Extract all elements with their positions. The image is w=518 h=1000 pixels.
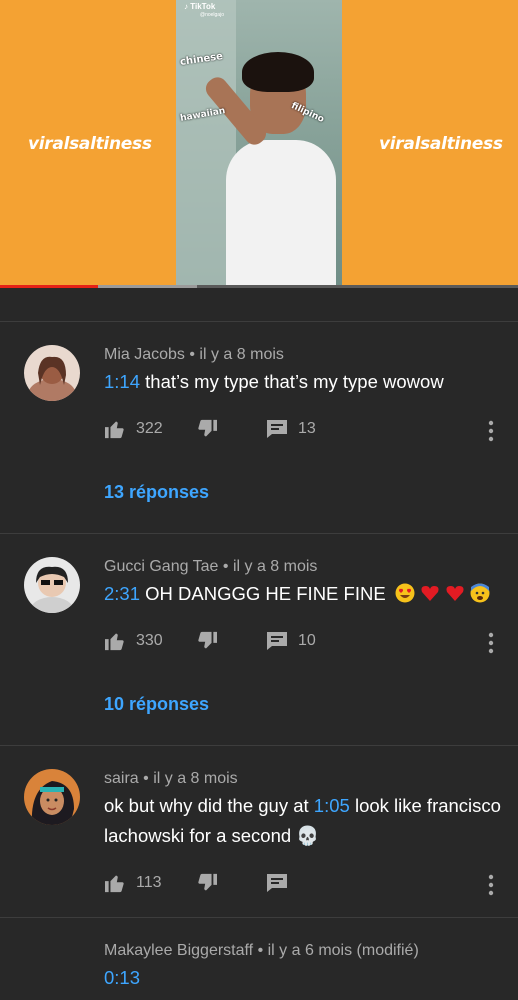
timestamp-link[interactable]: 1:05 [314,795,350,816]
comment-meta: Mia Jacobs • il y a 8 mois [104,346,284,363]
thumbs-up-icon [105,421,124,439]
tiktok-handle: @noelgajo [200,12,224,18]
view-replies-link[interactable]: 10 réponses [104,694,209,715]
comment-actions: 322 13 [104,419,504,443]
dislike-button[interactable] [196,419,218,439]
watermark-right: viralsaltiness [379,134,503,154]
comment-meta: Makaylee Biggerstaff • il y a 6 mois (mo… [104,942,419,959]
video-frame: ♪ TikTok @noelgajo chinese hawaiian fili… [176,0,342,288]
watermark-left: viralsaltiness [28,134,152,154]
divider [0,533,518,534]
video-player[interactable]: viralsaltiness viralsaltiness ♪ TikTok @… [0,0,518,288]
red-heart-emoji-icon [446,586,464,601]
thumbs-down-icon [198,631,217,649]
avatar[interactable] [24,345,80,401]
timestamp-link[interactable]: 1:14 [104,371,140,392]
dislike-button[interactable] [196,873,218,893]
heart-eyes-emoji-icon [395,583,415,603]
comment-text: 2:31 OH DANGGG HE FINE FINE [104,579,504,609]
thumbs-up-icon [105,633,124,651]
person-shirt [226,140,336,288]
person-hair [242,52,314,92]
reply-icon [267,420,287,438]
comment-author[interactable]: Makaylee Biggerstaff [104,942,253,959]
red-heart-emoji-icon [421,586,439,601]
like-button[interactable]: 113 [104,873,162,893]
comment-body: that’s my type that’s my type wowow [145,371,444,392]
avatar[interactable] [24,769,80,825]
comment-text: ok but why did the guy at 1:05 look like… [104,791,504,851]
comment-actions: 330 10 [104,631,504,655]
reply-button[interactable] [266,873,288,893]
comment-author[interactable]: Mia Jacobs [104,346,185,363]
like-button[interactable]: 330 [104,631,163,651]
divider [0,745,518,746]
comment-text: 1:14 that’s my type that’s my type wowow [104,367,504,397]
reply-icon [267,874,287,892]
more-options-icon[interactable] [484,631,498,655]
avatar[interactable] [24,557,80,613]
divider [0,917,518,918]
more-options-icon[interactable] [484,873,498,897]
view-replies-link[interactable]: 13 réponses [104,482,209,503]
like-button[interactable]: 322 [104,419,163,439]
reply-count: 13 [298,420,316,437]
comment-text: 0:13 [104,963,504,993]
comment-author[interactable]: Gucci Gang Tae [104,558,218,575]
video-progress-bar[interactable] [0,285,518,288]
comment-time: il y a 8 mois [232,558,318,575]
comment-time: il y a 8 mois [153,770,238,787]
dislike-button[interactable] [196,631,218,651]
tiktok-logo: ♪ TikTok [184,2,216,11]
more-options-icon[interactable] [484,419,498,443]
reply-button[interactable]: 10 [266,631,316,651]
like-count: 322 [136,420,163,437]
reply-button[interactable]: 13 [266,419,316,439]
played-bar [0,285,99,288]
comment-meta: Gucci Gang Tae • il y a 8 mois [104,558,318,575]
timestamp-link[interactable]: 0:13 [104,967,140,988]
thumbs-up-icon [105,875,124,893]
comment-actions: 113 [104,873,504,897]
comment-body: OH DANGGG HE FINE FINE [145,583,386,604]
like-count: 330 [136,632,163,649]
comment-time: il y a 8 mois [199,346,284,363]
like-count: 113 [136,874,162,891]
comment-time: il y a 6 mois (modifié) [267,942,419,959]
skull-emoji-icon: 💀 [296,825,320,846]
comment-body: ok but why did the guy at [104,795,314,816]
reply-count: 10 [298,632,316,649]
divider [0,321,518,322]
thumbs-down-icon [198,873,217,891]
reply-icon [267,632,287,650]
thumbs-down-icon [198,419,217,437]
anxious-face-emoji-icon [470,583,490,603]
timestamp-link[interactable]: 2:31 [104,583,140,604]
comment-author[interactable]: saira [104,770,139,787]
comment-meta: saira • il y a 8 mois [104,770,238,787]
buffered-bar [98,285,197,288]
